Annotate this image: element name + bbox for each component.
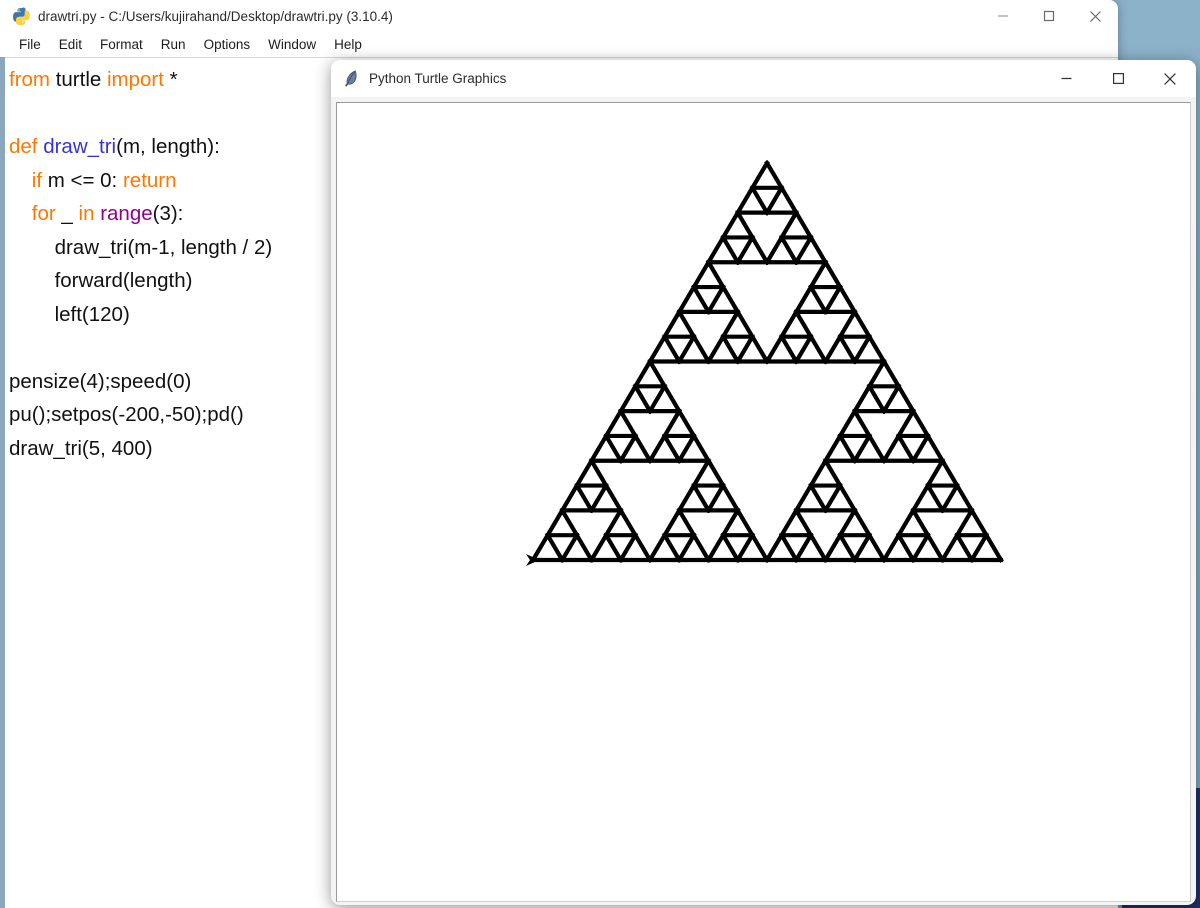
idle-window-controls [980, 0, 1118, 32]
idle-menubar: File Edit Format Run Options Window Help [0, 32, 1118, 57]
close-icon [1164, 72, 1176, 85]
menu-item-options[interactable]: Options [195, 35, 260, 54]
menu-item-window[interactable]: Window [259, 35, 325, 54]
code-token: left(120) [9, 302, 130, 326]
menu-item-format[interactable]: Format [91, 35, 152, 54]
code-token: def [9, 135, 44, 158]
code-token: turtle [55, 68, 107, 91]
idle-titlebar[interactable]: drawtri.py - C:/Users/kujirahand/Desktop… [0, 0, 1118, 32]
menu-item-file[interactable]: File [10, 35, 50, 54]
code-token: draw_tri(m-1, length / 2) [9, 235, 273, 259]
turtle-close-button[interactable] [1144, 60, 1196, 97]
menu-item-run[interactable]: Run [152, 35, 195, 54]
code-token: import [106, 68, 170, 91]
code-token: for [31, 202, 62, 225]
minimize-icon [998, 15, 1008, 17]
code-token: return [122, 168, 177, 192]
turtle-minimize-button[interactable] [1040, 60, 1092, 97]
desktop: drawtri.py - C:/Users/kujirahand/Desktop… [0, 0, 1200, 908]
code-token: (3): [152, 202, 184, 225]
maximize-button[interactable] [1026, 0, 1072, 32]
code-token: (m, length): [116, 135, 220, 158]
close-button[interactable] [1072, 0, 1118, 32]
code-token: * [169, 68, 178, 91]
idle-title-text: drawtri.py - C:/Users/kujirahand/Desktop… [38, 8, 393, 24]
code-token: range [100, 202, 153, 225]
feather-icon [345, 70, 357, 87]
code-token: in [78, 202, 101, 225]
code-token: draw_tri [43, 135, 117, 158]
code-token: draw_tri(5, 400) [9, 436, 153, 460]
minimize-button[interactable] [980, 0, 1026, 32]
minimize-icon [1061, 77, 1071, 80]
turtle-title-text: Python Turtle Graphics [369, 71, 507, 86]
close-icon [1089, 10, 1101, 22]
fractal-path [530, 160, 1004, 563]
code-token: m <= 0: [47, 168, 123, 192]
code-token: from [9, 68, 56, 91]
maximize-icon [1112, 73, 1124, 85]
maximize-icon [1043, 10, 1055, 22]
turtle-canvas [336, 102, 1191, 902]
code-token: if [31, 168, 48, 192]
turtle-maximize-button[interactable] [1092, 60, 1144, 97]
code-token: pu();setpos(-200,-50);pd() [9, 403, 244, 426]
menu-item-edit[interactable]: Edit [50, 35, 91, 54]
code-token: _ [61, 202, 79, 225]
sierpinski-triangle-drawing [526, 160, 1004, 566]
menu-item-help[interactable]: Help [325, 35, 371, 54]
turtle-titlebar[interactable]: Python Turtle Graphics [331, 60, 1196, 97]
code-token: pensize(4);speed(0) [9, 369, 192, 393]
turtle-graphics-window: Python Turtle Graphics [331, 60, 1196, 905]
python-logo-icon [13, 7, 30, 25]
turtle-window-controls [1040, 60, 1196, 97]
code-token: forward(length) [9, 269, 193, 292]
